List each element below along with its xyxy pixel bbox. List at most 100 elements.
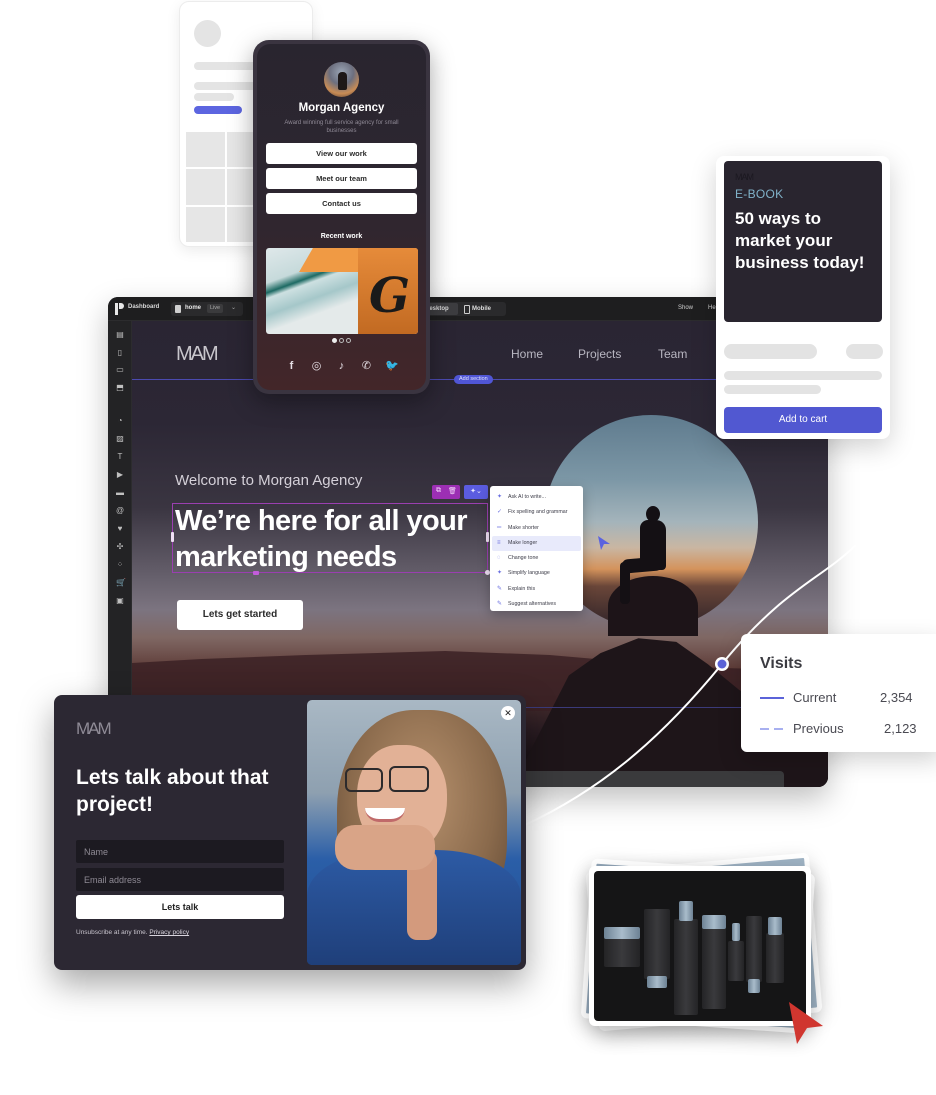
tiktok-icon[interactable]: ♪ — [335, 360, 348, 373]
profile-avatar — [324, 62, 359, 97]
pages-icon[interactable]: ▤ — [116, 331, 124, 339]
page-status-badge: Live — [207, 304, 224, 313]
twitter-icon[interactable]: 🐦 — [385, 360, 399, 373]
lets-talk-button[interactable]: Lets talk — [76, 895, 284, 919]
dashboard-link[interactable]: Dashboard — [128, 304, 159, 310]
facebook-icon[interactable]: f — [285, 360, 298, 373]
cart-icon[interactable]: 🛒 — [116, 579, 126, 587]
shorten-icon: ═ — [497, 524, 502, 531]
profile-name: Morgan Agency — [298, 102, 385, 114]
instagram-icon[interactable]: ◎ — [310, 360, 323, 373]
chevron-down-icon: ⌄ — [231, 305, 237, 311]
heart-icon[interactable]: ♥ — [116, 525, 124, 533]
popup-title: Lets talk about that project! — [76, 766, 269, 816]
sparkle-icon: ✦ — [497, 494, 503, 500]
ai-menu-item[interactable]: ◌ Change tone — [492, 551, 581, 566]
ai-menu-item-label: Change tone — [508, 555, 539, 562]
mouse-cursor-icon — [789, 1002, 823, 1044]
ai-menu-item-label: Fix spelling and grammar — [508, 509, 568, 516]
product-photo-card[interactable] — [589, 866, 811, 1026]
nav-home[interactable]: Home — [511, 347, 543, 361]
ai-menu-item[interactable]: ✎ Suggest alternatives — [492, 597, 581, 612]
social-links: f ◎ ♪ ✆ 🐦 — [257, 360, 426, 373]
carousel-dot[interactable] — [339, 338, 344, 343]
widget-icon[interactable]: ✣ — [116, 543, 124, 551]
ai-menu-item[interactable]: ✦ Simplify language — [492, 566, 581, 581]
ai-menu-item[interactable]: ✎ Explain this — [492, 582, 581, 597]
get-started-button[interactable]: Lets get started — [177, 600, 303, 630]
ai-menu-item-label: Explain this — [508, 585, 536, 592]
ai-menu-item[interactable]: ═ Make shorter — [492, 521, 581, 536]
add-to-cart-button[interactable]: Add to cart — [724, 407, 882, 433]
mobile-view-button[interactable]: Mobile — [464, 303, 491, 315]
ai-menu-item-label: Suggest alternatives — [508, 601, 556, 608]
page-selector[interactable]: home Live ⌄ — [171, 302, 243, 316]
add-section-button[interactable]: Add section — [454, 375, 493, 384]
legend-line-dashed — [760, 728, 784, 730]
visits-stats-card: Visits Current 2,354 Previous 2,123 — [741, 634, 936, 752]
avatar-placeholder — [194, 20, 221, 47]
privacy-policy-link[interactable]: Privacy policy — [149, 929, 189, 936]
mobile-link-page-preview: Morgan Agency Award winning full service… — [253, 40, 430, 394]
skincare-products-image — [594, 871, 806, 1021]
show-menu[interactable]: Show — [678, 305, 693, 311]
gallery-icon[interactable]: ▣ — [116, 597, 124, 605]
person-silhouette — [608, 506, 698, 636]
legend-line-solid — [760, 697, 784, 699]
placeholder-accent-bar — [194, 106, 242, 114]
contact-us-button[interactable]: Contact us — [266, 193, 417, 214]
section-icon[interactable]: ▭ — [116, 366, 124, 374]
lengthen-icon: ≡ — [497, 539, 501, 546]
ebook-product-card: MAM E-BOOK 50 ways to market your busine… — [716, 156, 890, 439]
nav-team[interactable]: Team — [658, 347, 687, 361]
image-icon[interactable]: ▨ — [116, 435, 124, 443]
carousel-dot[interactable] — [346, 338, 351, 343]
email-field[interactable] — [76, 868, 284, 891]
page-name: home — [185, 305, 202, 311]
text-icon[interactable]: T — [116, 453, 124, 461]
name-field[interactable] — [76, 840, 284, 863]
page-icon[interactable]: ▯ — [116, 349, 124, 357]
ai-assist-button[interactable]: ✦⌄ — [464, 485, 488, 499]
view-work-button[interactable]: View our work — [266, 143, 417, 164]
nav-projects[interactable]: Projects — [578, 347, 621, 361]
ai-writing-menu: ✦ Ask AI to write... ✓ Fix spelling and gra… — [490, 486, 583, 611]
ai-menu-item[interactable]: ✓ Fix spelling and grammar — [492, 505, 581, 520]
placeholder-bar — [724, 385, 821, 394]
ai-menu-item[interactable]: ✦ Ask AI to write... — [492, 490, 581, 505]
profile-bio: Award winning full service agency for sm… — [284, 120, 399, 134]
mouse-cursor-icon — [598, 536, 610, 550]
placeholder-bar — [724, 371, 882, 380]
placeholder-bar — [724, 344, 817, 359]
apps-icon[interactable]: ⁘ — [116, 561, 124, 569]
email-icon[interactable]: @ — [116, 507, 124, 515]
close-icon[interactable]: ✕ — [501, 706, 515, 720]
welcome-text[interactable]: Welcome to Morgan Agency — [175, 472, 362, 489]
site-logo[interactable]: MAM — [176, 343, 219, 366]
move-handle[interactable] — [253, 571, 259, 575]
resize-handle-left[interactable] — [171, 532, 174, 542]
shapes-icon[interactable]: ◔ — [116, 417, 124, 425]
ai-menu-item-label: Make shorter — [508, 524, 539, 531]
ai-menu-item[interactable]: ≡ Make longer — [492, 535, 581, 552]
meet-team-button[interactable]: Meet our team — [266, 168, 417, 189]
visits-value: 2,354 — [880, 690, 913, 705]
visits-title: Visits — [760, 655, 803, 672]
duplicate-icon[interactable]: ⧉ — [436, 487, 441, 495]
recent-work-image[interactable]: G — [266, 248, 418, 334]
visits-value: 2,123 — [884, 721, 917, 736]
visits-label: Current — [793, 690, 837, 705]
bookmark-icon[interactable]: ⬒ — [116, 384, 124, 392]
popup-photo — [307, 700, 521, 965]
help-menu[interactable]: He — [708, 305, 716, 311]
app-logo-icon[interactable] — [115, 303, 124, 315]
resize-handle-right[interactable] — [486, 532, 489, 542]
check-icon: ✓ — [497, 509, 503, 516]
button-icon[interactable]: ▬ — [116, 489, 124, 497]
carousel-dot[interactable] — [332, 338, 337, 343]
placeholder-bar — [194, 93, 234, 101]
video-icon[interactable]: ▶ — [116, 471, 124, 479]
unsubscribe-note: Unsubscribe at any time. — [76, 929, 148, 936]
whatsapp-icon[interactable]: ✆ — [360, 360, 373, 373]
trash-icon[interactable]: 🗑 — [448, 487, 457, 495]
